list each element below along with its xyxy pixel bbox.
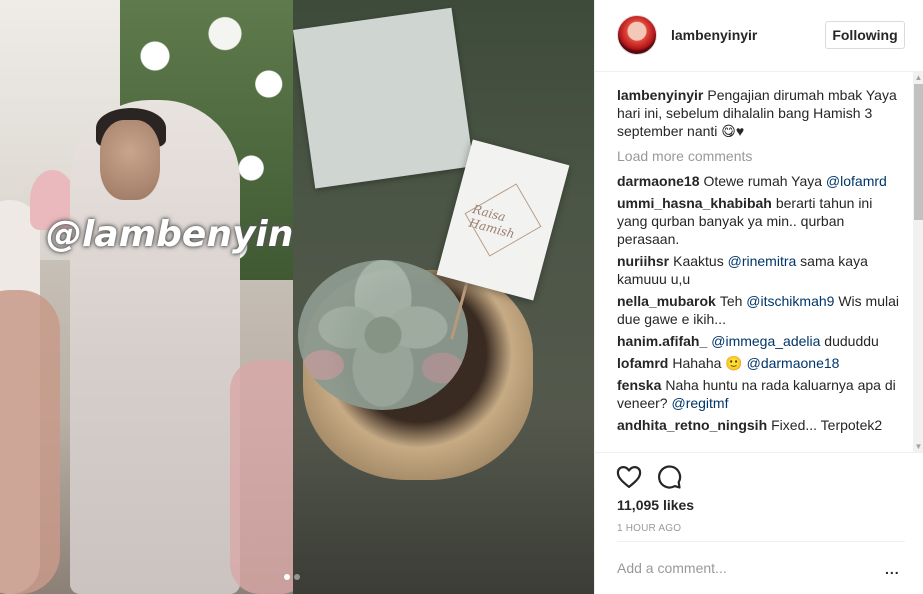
carousel-dot[interactable] <box>294 574 300 580</box>
post-media[interactable]: @lambenyinyir Raisa Hamish <box>0 0 594 594</box>
list-item: nuriihsr Kaaktus @rinemitra sama kaya kam… <box>617 252 902 288</box>
following-button[interactable]: Following <box>825 21 905 49</box>
post-header: lambenyinyir Following <box>595 0 923 72</box>
comment-text: Hahaha 🙂 <box>672 355 743 371</box>
list-item: nella_mubarok Teh @itschikmah9 Wis mulai … <box>617 292 902 328</box>
carousel-indicator <box>284 574 300 580</box>
comment-username[interactable]: fenska <box>617 377 661 393</box>
bride-face <box>100 120 160 200</box>
post-actions: 11,095 likes 1 HOUR AGO ... <box>595 452 923 594</box>
comment-text: Teh <box>719 293 743 309</box>
comment-username[interactable]: nuriihsr <box>617 253 669 269</box>
comment-mention[interactable]: @lofamrd <box>826 173 887 189</box>
comments-list[interactable]: lambenyinyir Pengajian dirumah mbak Yaya … <box>595 72 913 452</box>
comment-text: Kaaktus <box>673 253 724 269</box>
comment-mention[interactable]: @itschikmah9 <box>746 293 834 309</box>
comment-bubble-icon[interactable] <box>655 463 683 491</box>
comment-username[interactable]: andhita_retno_ningsih <box>617 417 767 433</box>
comment-username[interactable]: darmaone18 <box>617 173 699 189</box>
post-timestamp[interactable]: 1 HOUR AGO <box>617 523 681 534</box>
photo-bride: @lambenyinyir <box>0 0 293 594</box>
comment-mention[interactable]: @darmaone18 <box>747 355 840 371</box>
photo-succulent: Raisa Hamish <box>293 0 594 594</box>
scroll-down-arrow-icon[interactable]: ▼ <box>913 441 923 452</box>
comment-text: Fixed... Terpotek2 <box>771 417 883 433</box>
avatar[interactable] <box>617 15 657 55</box>
list-item: darmaone18 Otewe rumah Yaya @lofamrd <box>617 172 902 190</box>
list-item: lofamrd Hahaha 🙂 @darmaone18 <box>617 354 902 372</box>
guest-figure <box>0 290 60 594</box>
list-item: andhita_retno_ningsih Fixed... Terpotek2 <box>617 416 902 434</box>
comment-text: Otewe rumah Yaya <box>703 173 823 189</box>
list-item: fenska Naha huntu na rada kaluarnya apa d… <box>617 376 902 412</box>
caption-username[interactable]: lambenyinyir <box>617 87 703 103</box>
divider <box>617 541 905 542</box>
list-item: ummi_hasna_khabibah berarti tahun ini yan… <box>617 194 902 248</box>
load-more-comments-link[interactable]: Load more comments <box>617 148 913 164</box>
comments-scrollbar[interactable]: ▲ ▼ <box>913 72 923 452</box>
comment-mention[interactable]: @rinemitra <box>728 253 797 269</box>
heart-icon[interactable] <box>615 463 643 491</box>
add-comment-section: ... <box>595 541 923 594</box>
header-username[interactable]: lambenyinyir <box>671 27 757 43</box>
scroll-up-arrow-icon[interactable]: ▲ <box>913 72 923 83</box>
more-options-icon[interactable]: ... <box>885 561 900 577</box>
comment-mention[interactable]: @immega_adelia <box>711 333 820 349</box>
carousel-dot-active[interactable] <box>284 574 290 580</box>
watermark-text: @lambenyinyir <box>46 214 293 255</box>
succulent-plant <box>298 260 468 410</box>
list-item: hanim.afifah_ @immega_adelia dududdu <box>617 332 902 350</box>
comment-username[interactable]: hanim.afifah_ <box>617 333 707 349</box>
comment-username[interactable]: lofamrd <box>617 355 668 371</box>
comment-username[interactable]: nella_mubarok <box>617 293 716 309</box>
guest-figure <box>230 360 293 594</box>
post-side-panel: lambenyinyir Following lambenyinyir Penga… <box>594 0 923 594</box>
scrollbar-thumb[interactable] <box>914 84 923 220</box>
comment-username[interactable]: ummi_hasna_khabibah <box>617 195 772 211</box>
likes-count[interactable]: 11,095 likes <box>617 497 694 513</box>
envelope-paper <box>293 7 474 189</box>
comment-text-after: dududdu <box>824 333 879 349</box>
caption: lambenyinyir Pengajian dirumah mbak Yaya … <box>617 86 902 140</box>
add-comment-input[interactable] <box>617 557 867 579</box>
comment-mention[interactable]: @regitmf <box>671 395 728 411</box>
